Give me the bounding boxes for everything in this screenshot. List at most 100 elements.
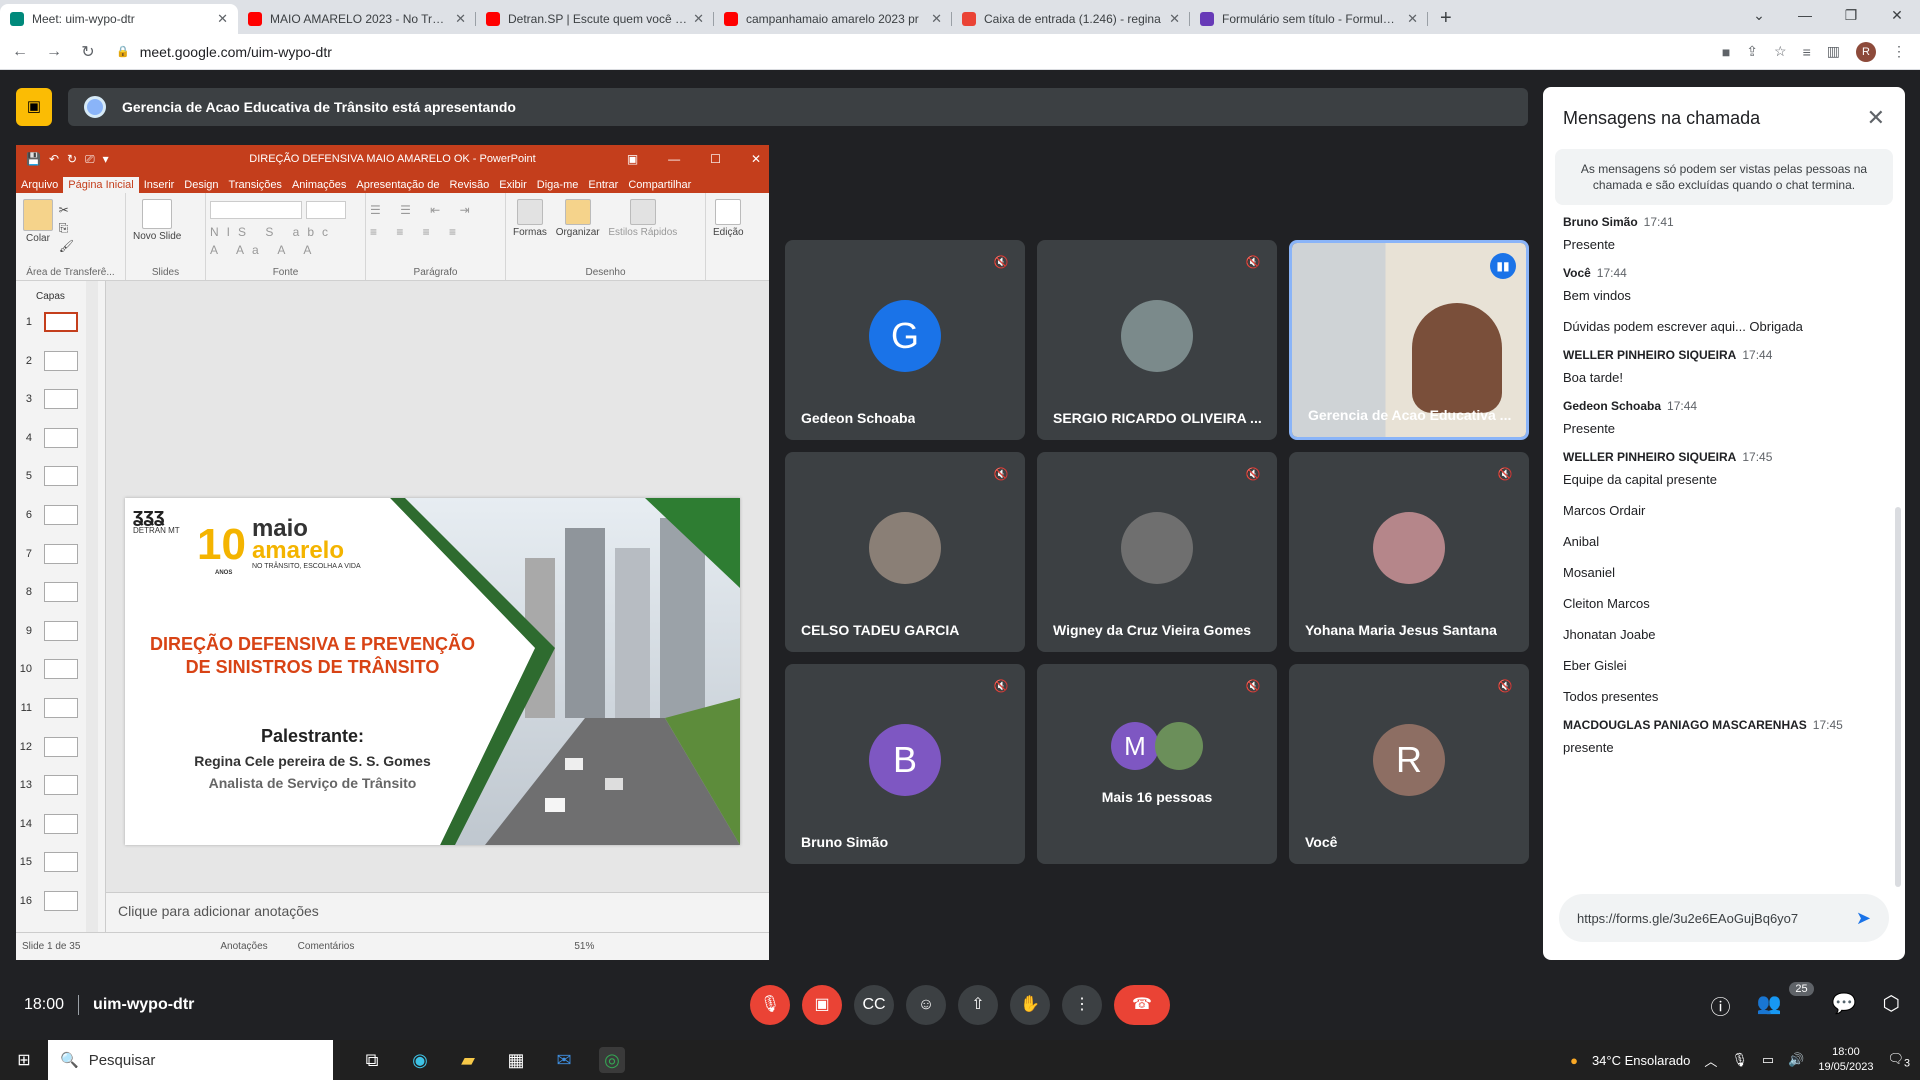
close-chat-icon[interactable]: ✕ <box>1867 105 1885 131</box>
raise-hand-icon[interactable]: ✋ <box>1010 985 1050 1025</box>
camera-icon[interactable]: ■ <box>1722 44 1730 60</box>
participant-tile[interactable]: 🔇 M Mais 16 pessoas <box>1037 664 1277 864</box>
share-icon[interactable]: ⇪ <box>1746 43 1758 60</box>
lock-icon[interactable]: 🔒 <box>116 45 130 58</box>
arrange-button[interactable]: Organizar <box>556 199 600 238</box>
browser-tab[interactable]: MAIO AMARELO 2023 - No Trânsito ✕ <box>238 4 476 34</box>
browser-tab[interactable]: Detran.SP | Escute quem você ama ✕ <box>476 4 714 34</box>
stop-presenting-icon[interactable]: ▣ <box>16 88 52 126</box>
participant-tile[interactable]: 🔇 SERGIO RICARDO OLIVEIRA ... <box>1037 240 1277 440</box>
paste-button[interactable]: Colar <box>23 199 53 244</box>
slide-thumbnail[interactable]: 12 <box>16 736 78 758</box>
present-screen-icon[interactable]: ⇧ <box>958 985 998 1025</box>
browser-tab[interactable]: campanhamaio amarelo 2023 pr ✕ <box>714 4 952 34</box>
slide-thumbnail[interactable]: 9 <box>16 620 78 642</box>
paragraph-list-icons[interactable]: ☰ ☰ ⇤ ⇥ <box>370 203 501 217</box>
new-tab-button[interactable]: + <box>1428 7 1464 34</box>
emoji-icon[interactable]: ☺ <box>906 985 946 1025</box>
store-icon[interactable]: ▦ <box>503 1047 529 1073</box>
browser-tab[interactable]: Formulário sem título - Formulários ✕ <box>1190 4 1428 34</box>
people-icon[interactable]: 👥25 <box>1756 981 1814 1020</box>
chat-scrollbar[interactable] <box>1895 507 1901 887</box>
slide-thumbnail[interactable]: 2 <box>16 350 78 372</box>
forward-icon[interactable]: → <box>40 43 68 61</box>
slide-thumbnail[interactable]: 6 <box>16 504 78 526</box>
activities-icon[interactable]: ⬡ <box>1883 991 1900 1020</box>
slide-thumbnail[interactable]: 8 <box>16 581 78 603</box>
taskbar-search[interactable]: 🔍 Pesquisar <box>48 1040 333 1080</box>
slide-thumbnail[interactable]: 11 <box>16 697 78 719</box>
ppt-menu-tab[interactable]: Página Inicial <box>63 177 139 193</box>
ppt-menu-tab[interactable]: Inserir <box>139 177 180 193</box>
mic-tray-icon[interactable]: 🎙 <box>1731 1052 1748 1068</box>
end-call-icon[interactable]: ☎ <box>1114 985 1170 1025</box>
notes-toggle[interactable]: Anotações <box>220 941 267 952</box>
tray-chevron-icon[interactable]: ︿ <box>1704 1051 1717 1070</box>
current-slide[interactable]: ʓʓʓ DETRAN MT 10 ANOS maio amarelo NO TR… <box>125 498 740 845</box>
participant-tile[interactable]: ▮▮ Gerencia de Acao Educativa ... <box>1289 240 1529 440</box>
font-color-icons[interactable]: A Aa A A <box>210 243 361 257</box>
ppt-menu-tab[interactable]: Exibir <box>494 177 532 193</box>
participant-tile[interactable]: 🔇 G Gedeon Schoaba <box>785 240 1025 440</box>
comments-toggle[interactable]: Comentários <box>298 941 355 952</box>
participant-tile[interactable]: 🔇 CELSO TADEU GARCIA <box>785 452 1025 652</box>
participant-tile[interactable]: 🔇 R Você <box>1289 664 1529 864</box>
participant-tile[interactable]: 🔇 Yohana Maria Jesus Santana <box>1289 452 1529 652</box>
zoom-level[interactable]: 51% <box>574 941 594 952</box>
back-icon[interactable]: ← <box>6 43 34 61</box>
edge-icon[interactable]: ◉ <box>407 1047 433 1073</box>
browser-menu-icon[interactable]: ⋮ <box>1892 43 1906 60</box>
ppt-menu-tab[interactable]: Transições <box>224 177 287 193</box>
url-field[interactable]: 🔒 meet.google.com/uim-wypo-dtr <box>116 44 1722 60</box>
network-icon[interactable]: ▭ <box>1762 1052 1774 1068</box>
slide-thumbnail[interactable]: 1 <box>16 311 78 333</box>
ppt-menu-tab[interactable]: Apresentação de <box>351 177 444 193</box>
mail-icon[interactable]: ✉ <box>551 1047 577 1073</box>
maximize-icon[interactable]: ❐ <box>1828 0 1874 30</box>
captions-icon[interactable]: CC <box>854 985 894 1025</box>
chrome-icon[interactable]: ◎ <box>599 1047 625 1073</box>
camera-off-icon[interactable]: ▣ <box>802 985 842 1025</box>
tab-close-icon[interactable]: ✕ <box>693 11 704 27</box>
ppt-menu-tab[interactable]: Animações <box>287 177 351 193</box>
tab-search-icon[interactable]: ⌄ <box>1736 0 1782 30</box>
browser-tab[interactable]: Caixa de entrada (1.246) - regina ✕ <box>952 4 1190 34</box>
tab-close-icon[interactable]: ✕ <box>931 11 942 27</box>
quick-styles-button[interactable]: Estilos Rápidos <box>608 199 677 238</box>
tab-close-icon[interactable]: ✕ <box>1169 11 1180 27</box>
slide-thumbnail[interactable]: 16 <box>16 890 78 912</box>
more-options-icon[interactable]: ⋮ <box>1062 985 1102 1025</box>
tab-close-icon[interactable]: ✕ <box>217 11 228 27</box>
file-explorer-icon[interactable]: ▰ <box>455 1047 481 1073</box>
slide-thumbnail[interactable]: 13 <box>16 774 78 796</box>
task-view-icon[interactable]: ⧉ <box>359 1047 385 1073</box>
minimize-icon[interactable]: — <box>1782 0 1828 30</box>
shapes-button[interactable]: Formas <box>513 199 547 238</box>
taskbar-clock[interactable]: 18:00 19/05/2023 <box>1818 1045 1873 1075</box>
profile-avatar[interactable]: R <box>1856 41 1876 62</box>
side-panel-icon[interactable]: ▥ <box>1827 43 1840 60</box>
ppt-menu-tab[interactable]: Revisão <box>445 177 495 193</box>
volume-icon[interactable]: 🔊 <box>1788 1052 1804 1068</box>
editing-button[interactable]: Edição <box>713 199 744 238</box>
font-format-icons[interactable]: NIS S abc <box>210 225 361 239</box>
send-icon[interactable]: ➤ <box>1856 908 1871 929</box>
slide-thumbnail[interactable]: 3 <box>16 388 78 410</box>
slide-thumbnail[interactable]: 14 <box>16 813 78 835</box>
weather-sun-icon[interactable]: ● <box>1570 1053 1578 1068</box>
font-name-select[interactable] <box>210 201 302 219</box>
notifications-icon[interactable]: 🗨3 <box>1887 1051 1910 1070</box>
close-window-icon[interactable]: ✕ <box>1874 0 1920 30</box>
meeting-details-icon[interactable]: ⓘ <box>1710 991 1730 1020</box>
mic-off-icon[interactable]: 🎙 <box>750 985 790 1025</box>
ppt-menu-tab[interactable]: Arquivo <box>16 177 63 193</box>
slide-thumbnail[interactable]: 15 <box>16 851 78 873</box>
notes-pane[interactable]: Clique para adicionar anotações <box>106 892 769 932</box>
ppt-menu-tab[interactable]: Diga-me <box>532 177 584 193</box>
paragraph-align-icons[interactable]: ≡ ≡ ≡ ≡ <box>370 225 501 239</box>
slide-thumbnail[interactable]: 10 <box>16 658 78 680</box>
slide-thumbnail[interactable]: 4 <box>16 427 78 449</box>
chat-input[interactable]: https://forms.gle/3u2e6EAoGujBq6yo7 ➤ <box>1559 894 1889 942</box>
ppt-menu-tab[interactable]: Entrar <box>583 177 623 193</box>
slide-thumbnail[interactable]: 7 <box>16 543 78 565</box>
